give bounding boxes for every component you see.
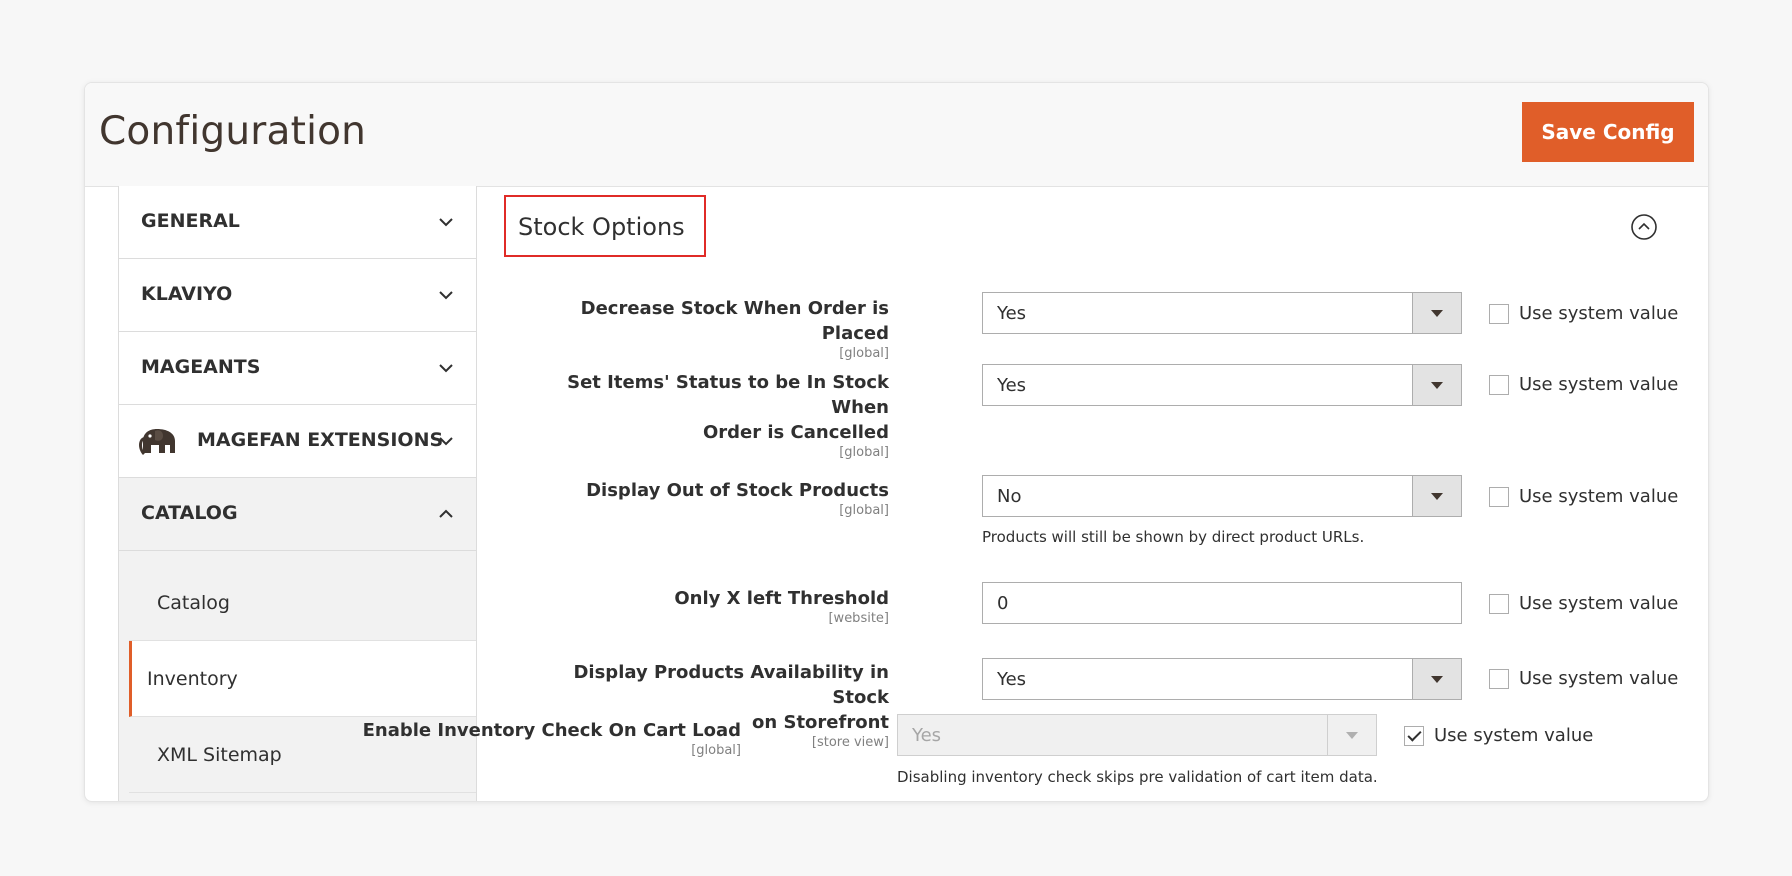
- inventory-check-cart-select[interactable]: Yes: [897, 714, 1377, 756]
- page-title: Configuration: [99, 109, 367, 154]
- field-note: Disabling inventory check skips pre vali…: [897, 768, 1378, 786]
- chevron-down-icon: [439, 364, 453, 373]
- sidebar-group-label: CATALOG: [141, 502, 238, 524]
- chevron-down-icon: [439, 437, 453, 446]
- select-value: Yes: [912, 725, 942, 746]
- use-system-checkbox[interactable]: [1404, 725, 1424, 746]
- select-arrow-box: [1327, 715, 1376, 755]
- elephant-logo-icon: [139, 429, 175, 455]
- config-sidebar: GENERAL KLAVIYO MAGEANTS MAGEFAN EXTENSI…: [118, 186, 477, 801]
- save-config-button[interactable]: Save Config: [1522, 102, 1694, 162]
- sidebar-group-klaviyo[interactable]: KLAVIYO: [119, 259, 476, 332]
- sidebar-group-magefan-extensions[interactable]: MAGEFAN EXTENSIONS: [119, 405, 476, 478]
- sidebar-group-mageants[interactable]: MAGEANTS: [119, 332, 476, 405]
- sidebar-group-general[interactable]: GENERAL: [119, 186, 476, 259]
- chevron-down-icon: [439, 291, 453, 300]
- sidebar-group-label: KLAVIYO: [141, 283, 233, 305]
- sidebar-item-catalog[interactable]: Catalog: [129, 551, 476, 641]
- configuration-panel: Configuration Save Config GENERAL KLAVIY…: [84, 82, 1709, 802]
- use-system-label: Use system value: [1434, 725, 1594, 746]
- sidebar-group-label: GENERAL: [141, 210, 240, 232]
- field-row-inventory-check: Enable Inventory Check On Cart Load [glo…: [363, 714, 1707, 798]
- page-header: Configuration Save Config: [85, 83, 1708, 187]
- sidebar-group-label: MAGEFAN EXTENSIONS: [197, 429, 444, 451]
- chevron-up-icon: [439, 509, 453, 518]
- config-main-lower: [475, 186, 1708, 801]
- sidebar-item-inventory[interactable]: Inventory: [129, 641, 476, 717]
- sidebar-group-label: MAGEANTS: [141, 356, 261, 378]
- use-system-value-inventory-check[interactable]: Use system value: [1404, 725, 1593, 746]
- field-scope: [global]: [691, 743, 741, 758]
- dropdown-arrow-icon: [1346, 732, 1358, 739]
- catalog-subitems: Catalog Inventory XML Sitemap: [119, 551, 476, 801]
- chevron-down-icon: [439, 218, 453, 227]
- field-label: Enable Inventory Check On Cart Load [glo…: [351, 718, 741, 758]
- sidebar-group-catalog[interactable]: CATALOG: [119, 478, 476, 551]
- field-label-text: Enable Inventory Check On Cart Load: [362, 720, 741, 741]
